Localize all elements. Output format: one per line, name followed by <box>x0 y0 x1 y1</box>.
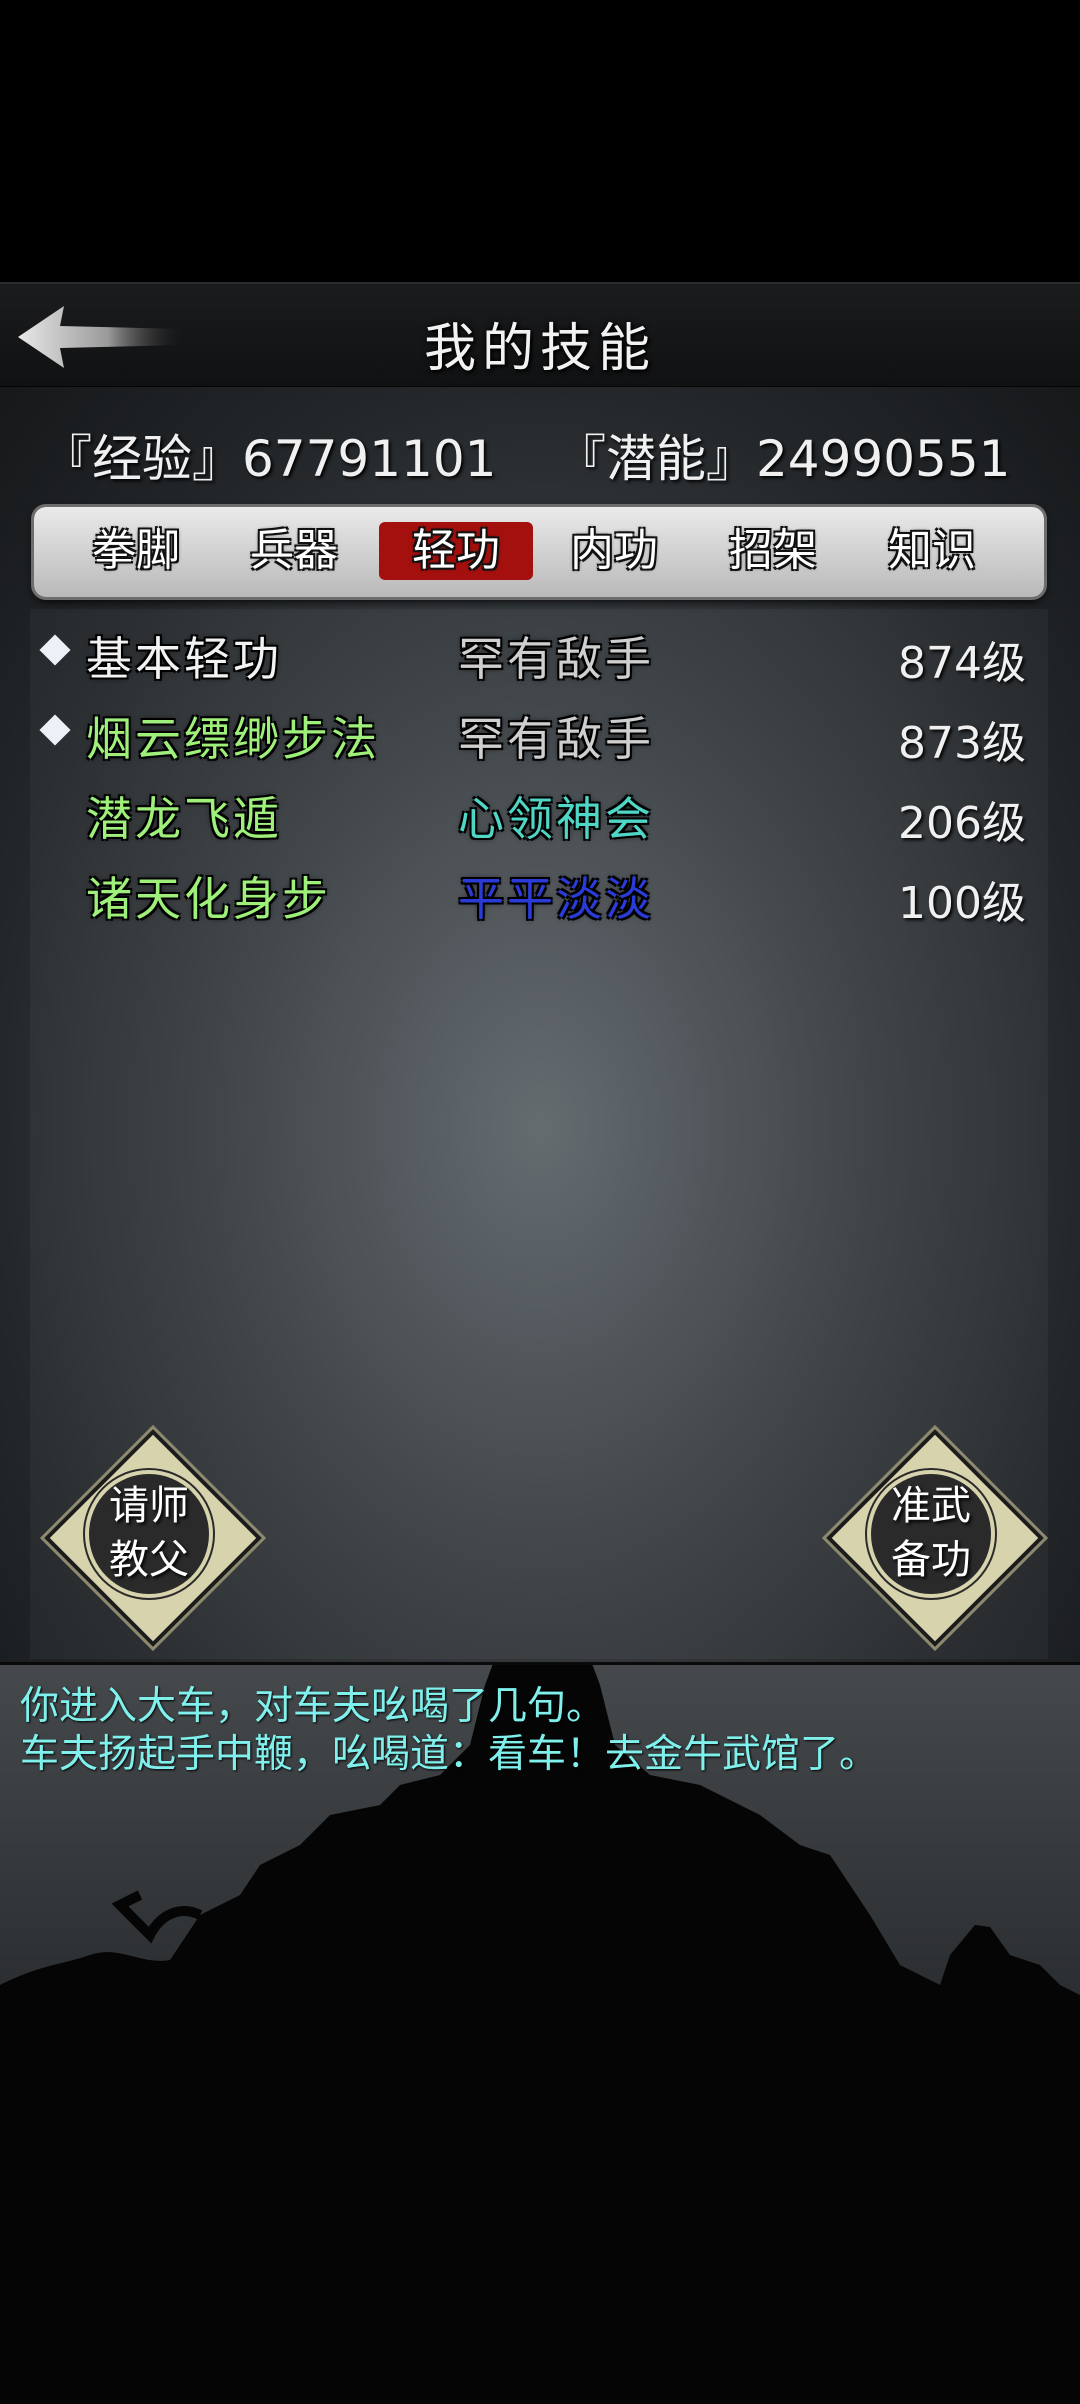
status-area <box>0 0 1080 282</box>
message-log[interactable]: 你进入大车，对车夫吆喝了几句。 车夫扬起手中鞭，吆喝道：看车！去金牛武馆了。 <box>0 1662 1080 2404</box>
potential-label: 『潜能』 <box>556 430 756 488</box>
skill-level: 100级 <box>898 878 1026 929</box>
page-title: 我的技能 <box>423 319 656 379</box>
skill-row[interactable]: 潜龙飞遁 心领神会 206级 <box>30 779 1048 849</box>
ask-master-line1: 请师 <box>109 1483 189 1529</box>
potential-value: 24990551 <box>756 430 1011 488</box>
ask-master-button[interactable]: 请师 教父 <box>44 1429 262 1647</box>
potential-stat: 『潜能』24990551 <box>556 419 1011 491</box>
skill-category-tabs: 拳脚 兵器 轻功 内功 招架 知识 <box>34 507 1044 597</box>
skill-row[interactable]: 诸天化身步 平平淡淡 100级 <box>30 859 1048 929</box>
exp-label: 『经验』 <box>42 430 242 488</box>
stats-bar: 『经验』67791101 『潜能』24990551 <box>0 407 1080 488</box>
skill-name: 诸天化身步 <box>86 872 331 926</box>
tab-bingqi[interactable]: 兵器 <box>217 522 371 580</box>
message-line: 车夫扬起手中鞭，吆喝道：看车！去金牛武馆了。 <box>20 1732 879 1777</box>
tab-zhishi[interactable]: 知识 <box>855 522 1009 580</box>
prepare-skill-line1: 准武 <box>891 1483 971 1529</box>
tab-quanjiao[interactable]: 拳脚 <box>59 522 213 580</box>
tab-zhaojia[interactable]: 招架 <box>696 522 850 580</box>
skill-name: 潜龙飞遁 <box>86 792 282 846</box>
skill-level: 874级 <box>898 638 1026 689</box>
ask-master-line2: 教父 <box>109 1537 189 1583</box>
skill-grade: 罕有敌手 <box>458 632 654 686</box>
exp-value: 67791101 <box>242 430 497 488</box>
tab-neigong[interactable]: 内功 <box>537 522 691 580</box>
tab-qinggong[interactable]: 轻功 <box>379 522 533 580</box>
header-bar: 我的技能 <box>0 282 1080 389</box>
prepare-skill-button[interactable]: 准武 备功 <box>826 1429 1044 1647</box>
skill-level: 206级 <box>898 798 1026 849</box>
equipped-diamond-icon <box>39 634 71 666</box>
skill-level: 873级 <box>898 718 1026 769</box>
skill-name: 基本轻功 <box>86 632 282 686</box>
skill-row[interactable]: 基本轻功 罕有敌手 874级 <box>30 619 1048 689</box>
prepare-skill-line2: 备功 <box>891 1537 971 1583</box>
skills-panel: 『经验』67791101 『潜能』24990551 拳脚 兵器 轻功 内功 招架… <box>0 387 1080 1662</box>
equipped-diamond-icon <box>39 714 71 746</box>
skill-grade: 平平淡淡 <box>458 872 654 926</box>
skill-name: 烟云缥缈步法 <box>86 712 380 766</box>
exp-stat: 『经验』67791101 <box>42 419 497 491</box>
prepare-skill-label: 准武 备功 <box>826 1479 1036 1587</box>
ask-master-label: 请师 教父 <box>44 1479 254 1587</box>
skill-grade: 心领神会 <box>458 792 654 846</box>
skill-grade: 罕有敌手 <box>458 712 654 766</box>
skill-row[interactable]: 烟云缥缈步法 罕有敌手 873级 <box>30 699 1048 769</box>
